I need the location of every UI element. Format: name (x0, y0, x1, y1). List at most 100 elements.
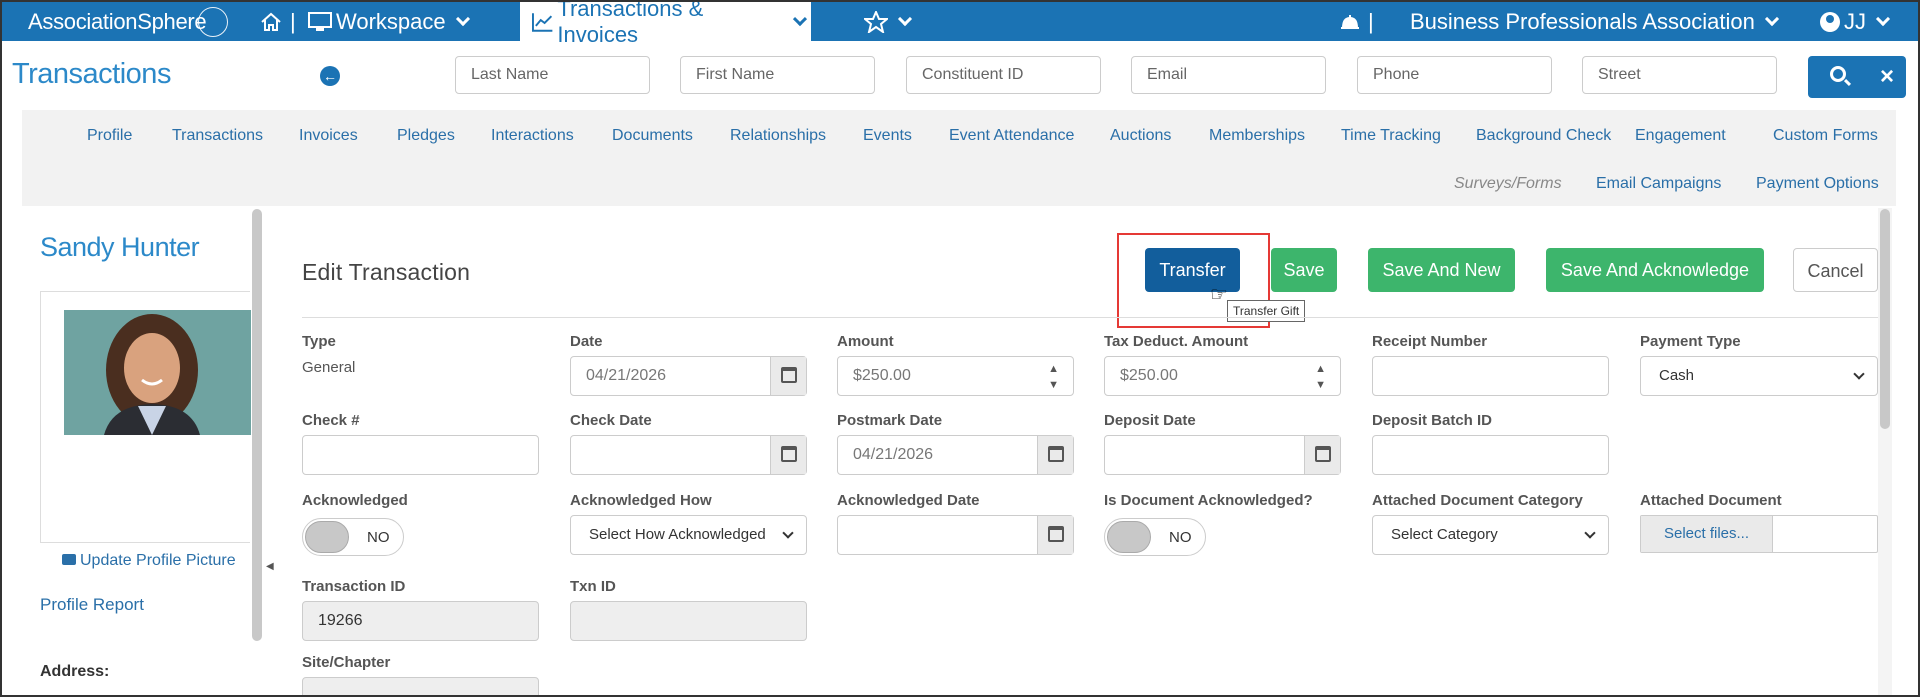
tab-payment-options[interactable]: Payment Options (1756, 175, 1879, 193)
sub-navigation: Profile Transactions Invoices Pledges In… (22, 110, 1896, 206)
sidebar-scrollbar[interactable] (252, 209, 262, 641)
edit-transaction-title: Edit Transaction (302, 259, 471, 285)
payment-type-select[interactable]: Cash (1640, 356, 1878, 396)
chart-line-icon (532, 12, 553, 32)
star-icon (864, 10, 888, 33)
last-name-input[interactable] (455, 56, 650, 94)
amount-field[interactable]: $250.00 ▲ ▼ (837, 356, 1074, 396)
cancel-button[interactable]: Cancel (1793, 248, 1878, 292)
tab-interactions[interactable]: Interactions (491, 127, 574, 145)
bell-icon[interactable] (1339, 2, 1361, 41)
favorites-menu[interactable] (864, 2, 916, 41)
tab-transactions-invoices[interactable]: Transactions & Invoices (520, 2, 811, 47)
check-number-field[interactable] (302, 435, 539, 475)
amount-label: Amount (837, 333, 894, 350)
home-icon[interactable] (260, 2, 282, 41)
postmark-date-field[interactable]: 04/21/2026 (837, 435, 1074, 475)
acknowledged-date-field[interactable] (837, 515, 1074, 555)
separator: | (290, 8, 296, 34)
email-input[interactable] (1131, 56, 1326, 94)
chevron-down-icon (1764, 11, 1779, 26)
postmark-date-label: Postmark Date (837, 412, 943, 429)
tab-surveys-forms[interactable]: Surveys/Forms (1454, 175, 1562, 193)
tab-event-attendance[interactable]: Event Attendance (949, 127, 1074, 145)
hand-cursor-icon: ☞ (1210, 284, 1228, 306)
first-name-input[interactable] (680, 56, 875, 94)
spinner-icon[interactable]: ▲ ▼ (1315, 361, 1326, 393)
app-window: AssociationSphere | Workspace Transactio… (0, 0, 1920, 697)
chevron-down-icon (455, 11, 470, 26)
user-menu[interactable]: JJ (1820, 2, 1894, 41)
tab-events[interactable]: Events (863, 127, 912, 145)
divider (302, 317, 1878, 318)
transaction-id-label: Transaction ID (302, 578, 406, 595)
tab-background-check[interactable]: Background Check (1476, 127, 1611, 145)
txn-id-field (570, 601, 807, 641)
acknowledged-toggle[interactable]: NO (302, 518, 404, 556)
back-arrow-icon[interactable]: ← (320, 66, 340, 86)
type-label: Type (302, 333, 336, 350)
tab-engagement[interactable]: Engagement (1635, 127, 1726, 145)
spinner-icon[interactable]: ▲ ▼ (1048, 361, 1059, 393)
calendar-button[interactable] (770, 436, 806, 474)
constituent-id-input[interactable] (906, 56, 1101, 94)
logo[interactable]: AssociationSphere (28, 2, 229, 41)
calendar-button[interactable] (770, 357, 806, 395)
collapse-arrow-icon[interactable]: ◀ (266, 561, 274, 572)
close-icon[interactable]: × (1880, 63, 1894, 91)
chevron-down-icon (793, 11, 808, 26)
org-menu[interactable]: Business Professionals Association (1410, 2, 1783, 41)
tab-transactions[interactable]: Transactions (172, 127, 263, 145)
tab-relationships[interactable]: Relationships (730, 127, 826, 145)
tab-time-tracking[interactable]: Time Tracking (1341, 127, 1441, 145)
receipt-number-field[interactable] (1372, 356, 1609, 396)
tab-auctions[interactable]: Auctions (1110, 127, 1171, 145)
doc-acknowledged-toggle[interactable]: NO (1104, 518, 1206, 556)
search-icon (1830, 66, 1846, 82)
date-value: 04/21/2026 (586, 367, 667, 384)
save-and-acknowledge-button[interactable]: Save And Acknowledge (1546, 248, 1764, 292)
tab-profile[interactable]: Profile (87, 127, 132, 145)
calendar-icon (1048, 526, 1064, 542)
acknowledged-date-label: Acknowledged Date (837, 492, 980, 509)
photo-frame (40, 291, 251, 543)
phone-input[interactable] (1357, 56, 1552, 94)
tab-invoices[interactable]: Invoices (299, 127, 358, 145)
save-and-new-button[interactable]: Save And New (1368, 248, 1515, 292)
user-icon (1820, 11, 1840, 32)
workspace-label: Workspace (336, 8, 446, 34)
date-field[interactable]: 04/21/2026 (570, 356, 807, 396)
calendar-icon (781, 446, 797, 462)
check-date-field[interactable] (570, 435, 807, 475)
deposit-batch-label: Deposit Batch ID (1372, 412, 1493, 429)
save-button[interactable]: Save (1271, 248, 1337, 292)
tax-deduct-label: Tax Deduct. Amount (1104, 333, 1249, 350)
profile-report-link[interactable]: Profile Report (40, 595, 144, 615)
deposit-batch-field[interactable] (1372, 435, 1609, 475)
calendar-button[interactable] (1037, 516, 1073, 554)
profile-photo (64, 310, 251, 435)
calendar-button[interactable] (1304, 436, 1340, 474)
date-label: Date (570, 333, 603, 350)
acknowledged-how-select[interactable]: Select How Acknowledged (570, 515, 807, 555)
tab-custom-forms[interactable]: Custom Forms (1773, 127, 1878, 145)
calendar-button[interactable] (1037, 436, 1073, 474)
chevron-down-icon (897, 11, 913, 26)
select-files-button[interactable]: Select files... (1641, 516, 1773, 552)
update-profile-picture-link[interactable]: Update Profile Picture (62, 552, 236, 570)
main-scrollbar[interactable] (1880, 209, 1890, 429)
tab-pledges[interactable]: Pledges (397, 127, 455, 145)
acknowledged-how-label: Acknowledged How (570, 492, 712, 509)
search-button[interactable]: × (1808, 56, 1906, 98)
tab-documents[interactable]: Documents (612, 127, 693, 145)
tax-deduct-field[interactable]: $250.00 ▲ ▼ (1104, 356, 1341, 396)
doc-category-select[interactable]: Select Category (1372, 515, 1609, 555)
tab-email-campaigns[interactable]: Email Campaigns (1596, 175, 1721, 193)
deposit-date-field[interactable] (1104, 435, 1341, 475)
acknowledged-how-value: Select How Acknowledged (589, 526, 766, 543)
street-input[interactable] (1582, 56, 1777, 94)
workspace-menu[interactable]: Workspace (308, 2, 474, 41)
acknowledged-toggle-state: NO (367, 529, 390, 546)
tab-memberships[interactable]: Memberships (1209, 127, 1305, 145)
chevron-down-icon (782, 527, 794, 539)
